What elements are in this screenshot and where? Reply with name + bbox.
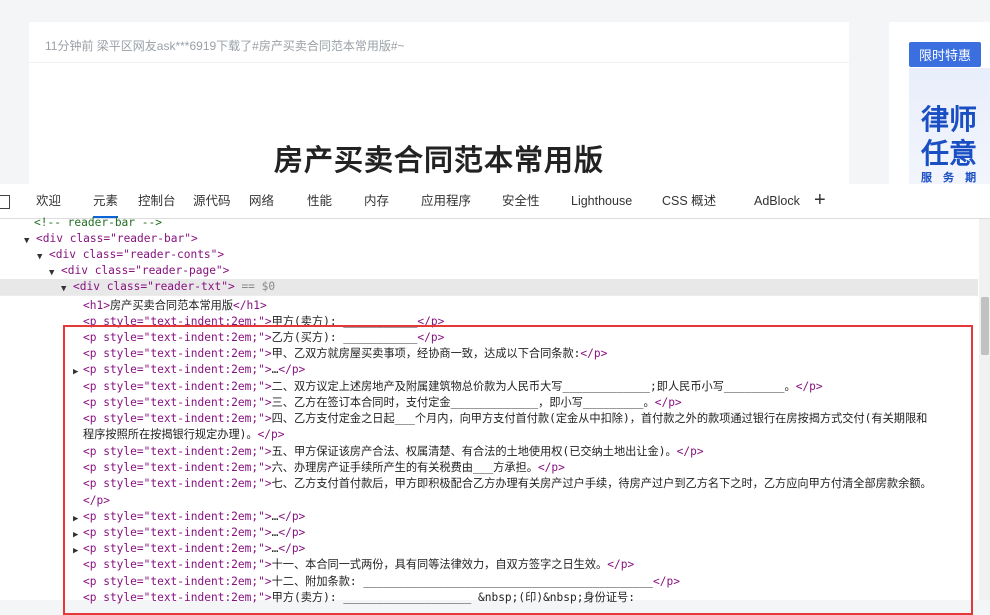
divider	[29, 62, 849, 63]
expand-triangle-icon[interactable]: ▶	[73, 364, 78, 380]
dom-node-reader-txt[interactable]: <div class="reader-txt"> == $0	[73, 279, 275, 295]
expand-triangle-icon[interactable]: ▶	[73, 543, 78, 559]
tab-sources[interactable]: 源代码	[193, 184, 231, 218]
dom-line[interactable]: <p style="text-indent:2em;">…</p>	[83, 541, 305, 557]
dom-tree: <!-- reader-bar --> ▼ <div class="reader…	[0, 216, 978, 615]
dom-line[interactable]: <p style="text-indent:2em;">二、双方议定上述房地产及…	[83, 379, 823, 395]
page-background: 11分钟前 梁平区网友ask***6919下载了#房产买卖合同范本常用版#~ 房…	[0, 0, 990, 184]
promo-card[interactable]: 限时特惠 律师 任意 服 务 期	[889, 22, 990, 184]
tab-memory[interactable]: 内存	[364, 184, 389, 218]
dom-line[interactable]: <p style="text-indent:2em;">…</p>	[83, 362, 305, 378]
dom-line[interactable]: 程序按照所在按揭银行规定办理)。</p>	[83, 427, 285, 443]
devtools-tabbar: 欢迎 元素 控制台 源代码 网络 性能 内存 应用程序 安全性 Lighthou…	[0, 184, 990, 219]
tab-application[interactable]: 应用程序	[421, 184, 471, 218]
tab-lighthouse[interactable]: Lighthouse	[571, 184, 632, 218]
dom-line[interactable]: <p style="text-indent:2em;">六、办理房产证手续所产生…	[83, 460, 565, 476]
dom-line[interactable]: <p style="text-indent:2em;">七、乙方支付首付款后，甲…	[83, 476, 932, 492]
tab-welcome[interactable]: 欢迎	[36, 184, 61, 218]
promo-text-3: 服 务 期	[921, 172, 981, 184]
tab-css-overview[interactable]: CSS 概述	[662, 184, 716, 218]
dom-line[interactable]: <p style="text-indent:2em;">…</p>	[83, 509, 305, 525]
dom-node-reader-page[interactable]: <div class="reader-page">	[61, 263, 229, 279]
dom-line[interactable]: <p style="text-indent:2em;">十一、本合同一式两份，具…	[83, 557, 634, 573]
divider	[0, 295, 978, 296]
dom-line[interactable]: <p style="text-indent:2em;">十二、附加条款: ___…	[83, 574, 680, 590]
dom-line[interactable]: <p style="text-indent:2em;">五、甲方保证该房产合法、…	[83, 444, 704, 460]
expand-triangle-icon[interactable]: ▶	[73, 527, 78, 543]
tab-elements[interactable]: 元素	[93, 184, 119, 218]
document-card: 11分钟前 梁平区网友ask***6919下载了#房产买卖合同范本常用版#~ 房…	[29, 22, 849, 184]
dom-line[interactable]: <p style="text-indent:2em;">甲、乙双方就房屋买卖事项…	[83, 346, 607, 362]
document-title: 房产买卖合同范本常用版	[273, 145, 604, 177]
dom-node-reader-conts[interactable]: <div class="reader-conts">	[49, 247, 224, 263]
dom-line[interactable]: <p style="text-indent:2em;">甲方(卖方): ____…	[83, 590, 635, 606]
dom-comment[interactable]: <!-- reader-bar -->	[34, 215, 162, 231]
dom-line[interactable]: <p style="text-indent:2em;">…</p>	[83, 525, 305, 541]
tab-performance[interactable]: 性能	[307, 184, 332, 218]
dom-line[interactable]: </p>	[83, 493, 110, 509]
download-notice: 11分钟前 梁平区网友ask***6919下载了#房产买卖合同范本常用版#~	[45, 39, 405, 53]
dom-line[interactable]: <p style="text-indent:2em;">四、乙方支付定金之日起_…	[83, 411, 927, 427]
promo-text-2: 任意	[921, 138, 978, 169]
tab-network[interactable]: 网络	[249, 184, 274, 218]
dom-line[interactable]: <p style="text-indent:2em;">甲方(卖方): ____…	[83, 314, 444, 330]
scrollbar-thumb[interactable]	[981, 297, 989, 355]
devtools-panel: 欢迎 元素 控制台 源代码 网络 性能 内存 应用程序 安全性 Lighthou…	[0, 184, 990, 615]
add-tab-icon[interactable]: +	[814, 189, 826, 211]
dom-line[interactable]: <h1>房产买卖合同范本常用版</h1>	[83, 298, 267, 314]
collapse-triangle-icon[interactable]: ▼	[49, 265, 54, 281]
inspect-element-icon[interactable]	[0, 195, 10, 209]
tab-console[interactable]: 控制台	[138, 184, 176, 218]
collapse-triangle-icon[interactable]: ▼	[24, 233, 29, 249]
promo-tag: 限时特惠	[909, 42, 982, 67]
tab-security[interactable]: 安全性	[502, 184, 540, 218]
expand-triangle-icon[interactable]: ▶	[73, 511, 78, 527]
dom-line[interactable]: <p style="text-indent:2em;">三、乙方在签订本合同时，…	[83, 395, 682, 411]
scrollbar-track[interactable]	[979, 219, 990, 600]
dom-line[interactable]: <p style="text-indent:2em;">乙方(买方): ____…	[83, 330, 444, 346]
dom-node-reader-bar[interactable]: <div class="reader-bar">	[36, 231, 198, 247]
collapse-triangle-icon[interactable]: ▼	[37, 249, 42, 265]
tab-adblock[interactable]: AdBlock	[754, 184, 800, 218]
